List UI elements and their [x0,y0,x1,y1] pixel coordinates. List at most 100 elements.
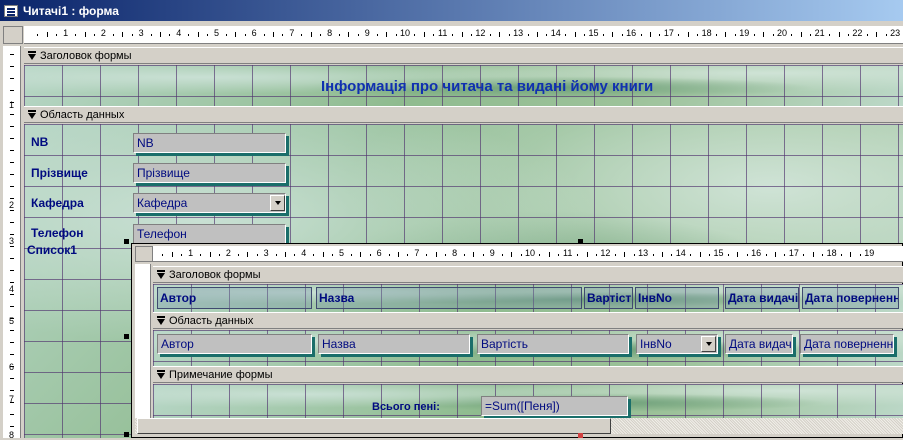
subfield-author[interactable]: Автор [157,334,312,354]
header-title[interactable]: Назва [316,287,582,309]
header-price[interactable]: Вартість [584,287,633,309]
field-phone[interactable]: Телефон [133,224,286,244]
ruler-tick [841,254,843,256]
subform-ruler-corner[interactable] [135,246,153,262]
vertical-ruler-tick [10,330,14,331]
ruler-number: 1 [63,28,69,38]
selection-handle[interactable] [124,334,129,339]
label-phone[interactable]: Телефон [31,226,83,240]
ruler-tick [690,254,692,256]
ruler-number: 11 [563,248,573,258]
ruler-tick [612,32,614,37]
vertical-ruler-tick [10,222,14,223]
subfield-issue-date[interactable]: Дата видачі [725,334,793,354]
ruler-tick [697,34,699,36]
section-form-header-label: Заголовок формы [40,49,132,62]
selection-handle[interactable] [124,432,129,437]
label-department[interactable]: Кафедра [31,196,84,210]
label-subform[interactable]: Список1 [27,243,77,257]
vertical-ruler[interactable]: 12345678 [3,46,21,440]
ruler-number: 2 [100,28,106,38]
vertical-ruler-tick [10,402,14,403]
label-total-penalty[interactable]: Всього пені: [372,401,440,413]
ruler-tick [829,34,831,36]
vertical-ruler-tick [10,126,14,127]
section-form-header[interactable]: Заголовок формы [24,47,903,64]
ruler-tick [661,252,663,257]
header-inventory[interactable]: ІнвNo [635,287,719,309]
subform-horizontal-ruler[interactable]: 1 2 3 4 5 6 7 8 9 10 11 12 13 14 15 16 17 18 19 [153,246,903,262]
subfield-return-date[interactable]: Дата повернення [800,334,894,354]
section-detail-label: Область данных [40,108,125,121]
label-nb[interactable]: NB [31,135,48,149]
subform-section-form-footer[interactable]: Примечание формы [153,366,903,383]
ruler-tick [461,32,463,37]
form-title[interactable]: Інформація про читача та видані йому кни… [321,78,653,95]
ruler-tick [737,252,739,257]
ruler-tick [687,32,689,37]
ruler-tick [822,254,824,256]
ruler-tick [256,254,258,256]
ruler-tick [310,32,312,37]
ruler-tick [765,254,767,256]
ruler-tick [426,254,428,256]
ruler-tick [369,254,371,256]
ruler-tick [414,34,416,36]
horizontal-ruler[interactable]: 1 2 3 4 5 6 7 8 9 10 11 12 13 14 15 16 17 18 19 20 21 22 23 [24,26,903,44]
subform-section-form-header[interactable]: Заголовок формы [153,266,903,283]
ruler-tick [671,254,673,256]
header-issue-date[interactable]: Дата видачі [725,287,799,309]
ruler-tick [237,254,239,256]
header-return-date[interactable]: Дата повернення [802,287,899,309]
department-dropdown-button[interactable] [270,195,285,211]
ruler-number: 14 [550,28,561,38]
ruler-tick [633,254,635,256]
field-surname[interactable]: Прізвище [133,163,286,183]
ruler-tick [650,32,652,37]
label-surname[interactable]: Прізвище [31,166,88,180]
ruler-corner[interactable] [3,26,23,44]
field-total-penalty[interactable]: =Sum([Пеня]) [481,396,628,416]
ruler-number: 20 [776,28,788,38]
ruler-number: 8 [327,28,333,38]
ruler-tick [263,34,265,36]
field-nb[interactable]: NB [133,133,286,153]
ruler-tick [386,32,388,37]
inventory-dropdown-button[interactable] [701,336,716,352]
ruler-tick [376,34,378,36]
subfield-title[interactable]: Назва [318,334,470,354]
section-detail[interactable]: Область данных [24,106,903,123]
ruler-tick [489,34,491,36]
ruler-tick [75,34,77,36]
ruler-tick [584,34,586,36]
vertical-ruler-tick [10,270,14,271]
ruler-tick [122,32,124,37]
ruler-tick [275,254,277,256]
header-author[interactable]: Автор [157,287,312,309]
subform-section-detail[interactable]: Область данных [153,312,903,329]
ruler-number: 17 [663,28,674,38]
ruler-tick [536,32,538,37]
ruler-number: 14 [675,248,686,258]
ruler-number: 3 [138,28,144,38]
selection-handle[interactable] [124,239,129,244]
vertical-ruler-tick [10,378,14,379]
vertical-ruler-tick [10,78,14,79]
ruler-tick [847,34,849,36]
ruler-number: 7 [289,28,295,38]
subform-vertical-ruler[interactable] [135,264,151,418]
subform-scrollbar-thumb[interactable] [137,418,611,434]
subfield-price[interactable]: Вартість [477,334,629,354]
selection-handle[interactable] [578,433,583,438]
ruler-tick [640,34,642,36]
window-titlebar[interactable]: Читачі1 : форма [0,0,903,21]
selection-handle[interactable] [578,239,583,244]
ruler-tick [357,34,359,36]
ruler-tick [46,32,48,37]
ruler-tick [508,34,510,36]
ruler-tick [574,32,576,37]
field-department[interactable]: Кафедра [133,193,286,213]
vertical-ruler-tick [10,174,14,175]
ruler-tick [320,34,322,36]
ruler-tick [812,252,814,257]
